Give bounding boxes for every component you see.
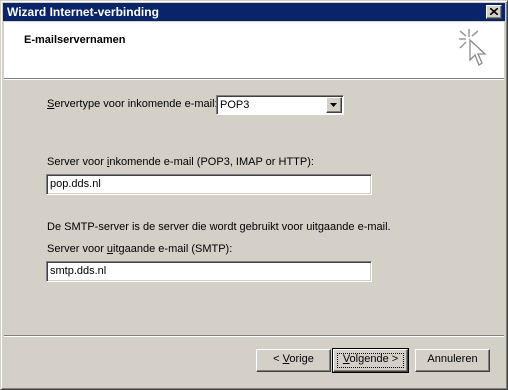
servertype-select[interactable]: POP3 [216,95,344,115]
wizard-header: E-mailservernamen [4,22,504,78]
next-button[interactable]: Volgende > [332,348,409,373]
header-divider [4,78,504,80]
incoming-server-label: Server voor inkomende e-mail (POP3, IMAP… [47,156,314,168]
outgoing-server-input[interactable]: smtp.dds.nl [46,261,372,282]
outgoing-server-label: Server voor uitgaande e-mail (SMTP): [47,243,233,255]
dropdown-button[interactable] [326,97,342,113]
incoming-server-input[interactable]: pop.dds.nl [46,174,372,195]
servertype-value: POP3 [220,99,250,111]
cancel-button-label: Annuleren [427,353,478,365]
smtp-info-text: De SMTP-server is de server die wordt ge… [47,221,391,233]
close-icon [490,8,498,15]
back-button[interactable]: < Vorige [256,349,331,372]
servertype-label: Servertype voor inkomende e-mail: [47,98,218,110]
footer-divider [4,335,504,337]
page-title: E-mailservernamen [24,34,126,46]
next-button-label: Volgende > [342,353,399,365]
wizard-sparkle-cursor-icon [459,29,487,66]
title-bar[interactable]: Wizard Internet-verbinding [3,3,505,21]
chevron-down-icon [330,103,337,107]
wizard-window: Wizard Internet-verbinding E-mailservern… [0,0,508,390]
outgoing-server-value: smtp.dds.nl [50,265,107,277]
cancel-button[interactable]: Annuleren [415,349,490,372]
close-button[interactable] [486,5,502,19]
incoming-server-value: pop.dds.nl [50,178,101,190]
back-button-label: < Vorige [273,353,314,365]
window-title: Wizard Internet-verbinding [7,5,159,19]
